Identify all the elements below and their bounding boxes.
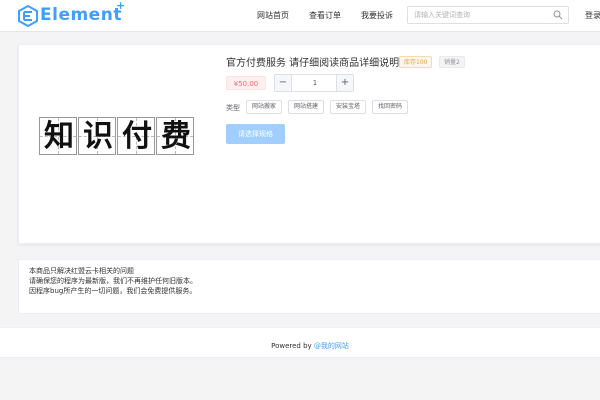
footer-text: Powered by @我的网站 — [0, 341, 600, 351]
stock-badge: 库存100 — [399, 56, 433, 68]
type-option-build[interactable]: 网站搭建 — [288, 100, 325, 114]
image-char: 识 — [83, 119, 113, 154]
select-spec-button[interactable]: 请选择规格 — [226, 124, 285, 144]
quantity-value[interactable]: 1 — [292, 75, 338, 91]
type-option-move[interactable]: 网站搬家 — [246, 100, 283, 114]
nav-orders[interactable]: 查看订单 — [309, 10, 341, 21]
search-icon[interactable] — [553, 10, 563, 20]
product-card: 知 识 付 费 官方付费服务 请仔细阅读商品详细说明 库存100 销量2 ¥50… — [18, 44, 600, 244]
top-header: Element + 网站首页 查看订单 我要投诉 登录 — [0, 0, 600, 32]
image-char-box: 知 — [39, 117, 77, 155]
page-footer: Powered by @我的网站 — [0, 327, 600, 358]
search-input[interactable] — [414, 9, 552, 21]
site-link[interactable]: @我的网站 — [314, 342, 349, 350]
brand-name: Element — [40, 5, 122, 25]
element-logo-icon — [18, 5, 38, 27]
image-char-box: 付 — [117, 117, 155, 155]
product-title: 官方付费服务 请仔细阅读商品详细说明 — [226, 58, 400, 69]
image-char: 付 — [122, 119, 152, 154]
sales-badge: 销量2 — [439, 56, 465, 68]
type-option-password[interactable]: 找回密码 — [372, 100, 409, 114]
type-label: 类型 — [226, 104, 240, 112]
powered-by-label: Powered by — [271, 342, 314, 350]
product-notice: 本商品只解决红盟云卡相关的问题 请确保您的程序为最新版，我们不再维护任何旧版本。… — [18, 259, 600, 314]
image-char: 费 — [161, 119, 191, 154]
decrease-button[interactable]: − — [275, 75, 292, 91]
login-link[interactable]: 登录 — [585, 10, 600, 21]
type-option-baota[interactable]: 安装宝塔 — [330, 100, 367, 114]
increase-button[interactable]: + — [336, 75, 353, 91]
image-char-box: 识 — [78, 117, 116, 155]
quantity-stepper[interactable]: − 1 + — [274, 74, 354, 92]
nav-home[interactable]: 网站首页 — [257, 10, 289, 21]
nav-complaint[interactable]: 我要投诉 — [361, 10, 393, 21]
price-tag: ¥50.00 — [226, 76, 266, 90]
notice-line: 请确保您的程序为最新版，我们不再维护任何旧版本。 — [29, 277, 197, 285]
search-box[interactable] — [407, 6, 569, 24]
notice-line: 本商品只解决红盟云卡相关的问题 — [29, 267, 134, 275]
image-char: 知 — [44, 119, 74, 154]
image-char-box: 费 — [156, 117, 194, 155]
product-image: 知 识 付 费 — [39, 117, 199, 165]
notice-line: 因程序bug所产生的一切问题，我们会免费提供服务。 — [29, 287, 197, 295]
brand-plus: + — [116, 0, 126, 12]
